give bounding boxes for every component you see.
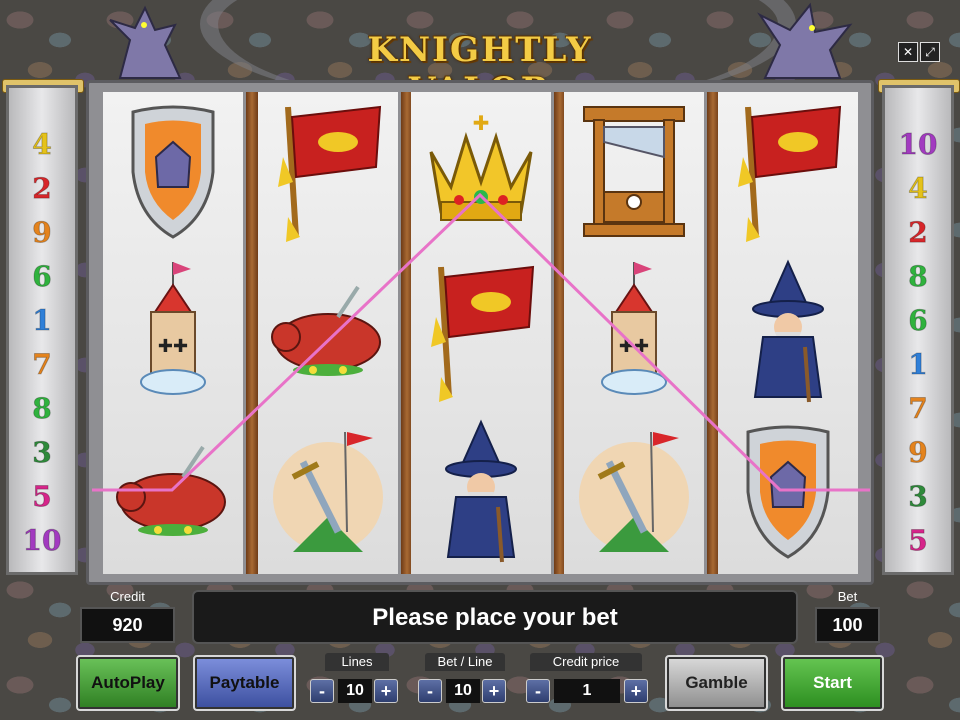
reel-3: ✚ (411, 92, 551, 574)
shield-icon (718, 412, 858, 572)
flag-icon (718, 92, 858, 252)
credit-price-plus-button[interactable]: + (624, 679, 648, 703)
line-number-6: 6 (32, 260, 52, 294)
line-number-3: 3 (32, 436, 52, 470)
fullscreen-icon[interactable]: ⤢ (920, 42, 940, 62)
reel-1: ✚✚ (103, 92, 243, 574)
start-button[interactable]: Start (781, 655, 884, 711)
credit-value: 920 (80, 607, 175, 643)
mute-icon[interactable]: ✕ (898, 42, 918, 62)
right-line-indicators: 10 4 2 8 6 1 7 9 3 5 (882, 85, 954, 575)
flag-icon (411, 252, 551, 412)
shield-icon (103, 92, 243, 252)
left-line-indicators: 4 2 9 6 1 7 8 3 5 10 (6, 85, 78, 575)
reel-5 (718, 92, 858, 574)
lines-minus-button[interactable]: - (310, 679, 334, 703)
line-number-1: 1 (908, 348, 928, 382)
gargoyle-right-icon (757, 2, 853, 79)
pig-icon (258, 252, 398, 412)
line-number-9: 9 (32, 216, 52, 250)
line-number-1: 1 (32, 304, 52, 338)
credit-price-minus-button[interactable]: - (526, 679, 550, 703)
line-number-2: 2 (908, 216, 928, 250)
line-number-10: 10 (898, 128, 938, 162)
bet-label: Bet (837, 589, 858, 604)
tower-icon: ✚✚ (103, 252, 243, 412)
bet-line-label: Bet / Line (425, 653, 505, 671)
line-number-10: 10 (22, 524, 62, 558)
line-number-5: 5 (32, 480, 52, 514)
wizard-icon (411, 412, 551, 572)
svg-text:✚✚: ✚✚ (619, 336, 649, 357)
lines-value: 10 (338, 679, 372, 703)
bet-line-plus-button[interactable]: + (482, 679, 506, 703)
wizard-icon (718, 252, 858, 412)
autoplay-button[interactable]: AutoPlay (76, 655, 180, 711)
gamble-button[interactable]: Gamble (665, 655, 768, 711)
bet-line-minus-button[interactable]: - (418, 679, 442, 703)
reel-2 (258, 92, 398, 574)
gargoyle-left-icon (109, 5, 182, 79)
line-number-4: 4 (32, 128, 52, 162)
bet-line-value: 10 (446, 679, 480, 703)
status-message: Please place your bet (192, 590, 798, 644)
bet-value: 100 (815, 607, 880, 643)
pig-icon (103, 412, 243, 572)
tower-icon: ✚✚ (564, 252, 704, 412)
credit-price-value: 1 (554, 679, 620, 703)
guillotine-icon (564, 92, 704, 252)
line-number-7: 7 (32, 348, 52, 382)
sword-icon (564, 412, 704, 572)
crown-icon: ✚ (411, 92, 551, 252)
paytable-button[interactable]: Paytable (193, 655, 296, 711)
line-number-9: 9 (908, 436, 928, 470)
line-number-6: 6 (908, 304, 928, 338)
flag-icon (258, 92, 398, 252)
svg-text:✚✚: ✚✚ (158, 336, 188, 357)
credit-price-label: Credit price (530, 653, 642, 671)
line-number-8: 8 (908, 260, 928, 294)
svg-text:✚: ✚ (473, 113, 490, 135)
line-number-2: 2 (32, 172, 52, 206)
line-number-5: 5 (908, 524, 928, 558)
lines-plus-button[interactable]: + (374, 679, 398, 703)
line-number-8: 8 (32, 392, 52, 426)
credit-label: Credit (110, 589, 145, 604)
reel-4: ✚✚ (564, 92, 704, 574)
line-number-7: 7 (908, 392, 928, 426)
line-number-3: 3 (908, 480, 928, 514)
lines-label: Lines (325, 653, 389, 671)
reel-divider (246, 92, 258, 574)
sword-icon (258, 412, 398, 572)
line-number-4: 4 (908, 172, 928, 206)
